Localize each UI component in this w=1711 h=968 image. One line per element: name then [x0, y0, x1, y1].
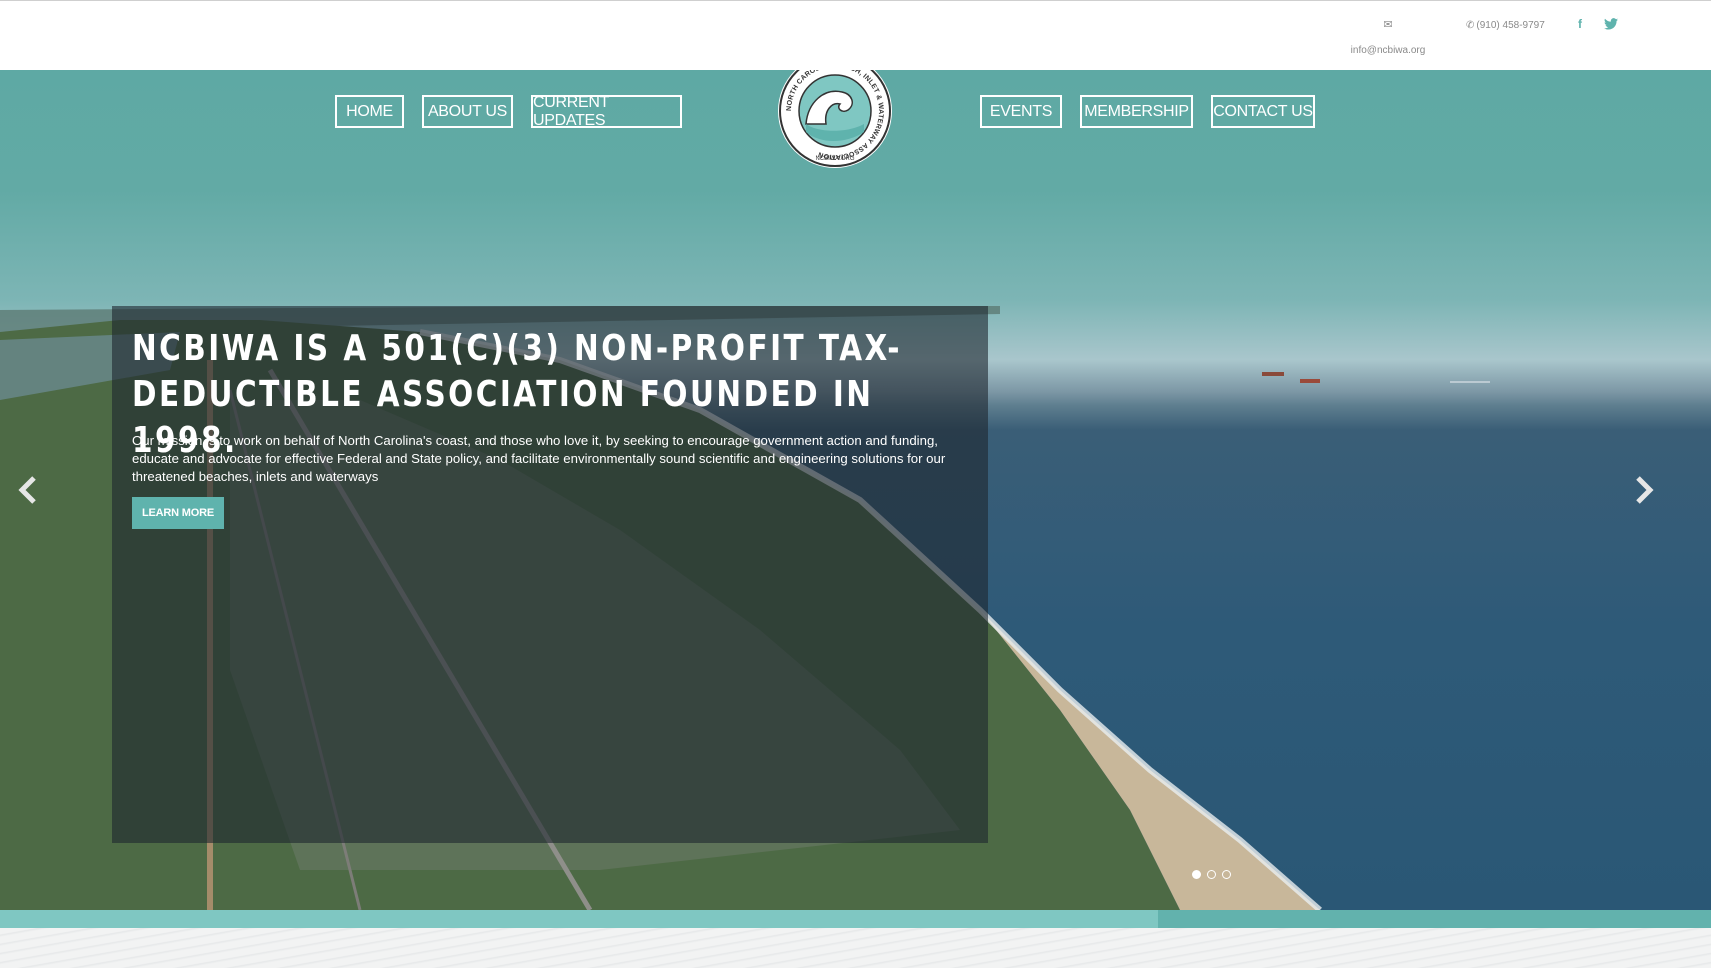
facebook-icon[interactable]: f: [1578, 17, 1582, 31]
learn-more-button[interactable]: LEARN MORE: [132, 497, 224, 529]
slide-indicators: [1192, 870, 1231, 879]
learn-more-label: LEARN MORE: [142, 507, 214, 519]
nav-current-updates[interactable]: CURRENT UPDATES: [531, 93, 682, 129]
phone-icon: ✆: [1466, 20, 1475, 31]
nav-about-us-label: ABOUT US: [427, 102, 508, 120]
envelope-icon: ✉: [1383, 19, 1393, 31]
contact-email[interactable]: ✉ info@ncbiwa.org: [1328, 19, 1448, 56]
twitter-icon[interactable]: [1604, 17, 1618, 35]
nav-membership-label: MEMBERSHIP: [1084, 102, 1189, 120]
twitter-bird-glyph: [1604, 18, 1618, 30]
slide-progress-fill: [0, 910, 1159, 928]
chevron-left-icon: [18, 476, 36, 504]
slide-dot-2[interactable]: [1207, 870, 1216, 879]
ncbiwa-logo[interactable]: NORTH CAROLINA BEACH, INLET & WATERWAY A…: [776, 70, 894, 170]
email-link[interactable]: info@ncbiwa.org: [1328, 45, 1448, 56]
nav-events[interactable]: EVENTS: [980, 95, 1062, 128]
logo-seal: NORTH CAROLINA BEACH, INLET & WATERWAY A…: [778, 70, 892, 168]
nav-current-updates-label: CURRENT UPDATES: [533, 93, 609, 129]
contact-phone[interactable]: ✆ (910) 458-9797: [1466, 20, 1545, 31]
nav-membership[interactable]: MEMBERSHIP: [1080, 95, 1193, 128]
slide-body-text: Our mission is to work on behalf of Nort…: [132, 433, 946, 484]
nav-home[interactable]: HOME: [335, 95, 404, 128]
slide-dot-3[interactable]: [1222, 870, 1231, 879]
slide-progress-bar: [0, 910, 1711, 928]
chevron-right-icon: [1636, 476, 1654, 504]
slide-caption-panel: NCBIWA IS A 501(C)(3) NON-PROFIT TAX-DED…: [112, 306, 988, 843]
top-contact-bar: ✉ info@ncbiwa.org ✆ (910) 458-9797 f: [0, 0, 1711, 70]
next-slide-button[interactable]: [1630, 470, 1660, 510]
slide-dot-1[interactable]: [1192, 870, 1201, 879]
nav-contact-us[interactable]: CONTACT US: [1211, 95, 1315, 128]
footer-pattern-band: [0, 928, 1711, 968]
nav-home-label: HOME: [346, 102, 393, 120]
logo-bottom-text: NCBIWA.ORG: [815, 156, 854, 162]
phone-number[interactable]: (910) 458-9797: [1476, 20, 1544, 31]
hero-slider: HOME ABOUT US CURRENT UPDATES NORTH CARO…: [0, 70, 1711, 910]
nav-contact-us-label: CONTACT US: [1213, 102, 1313, 120]
prev-slide-button[interactable]: [12, 470, 42, 510]
nav-about-us[interactable]: ABOUT US: [422, 95, 513, 128]
nav-events-label: EVENTS: [989, 102, 1053, 120]
